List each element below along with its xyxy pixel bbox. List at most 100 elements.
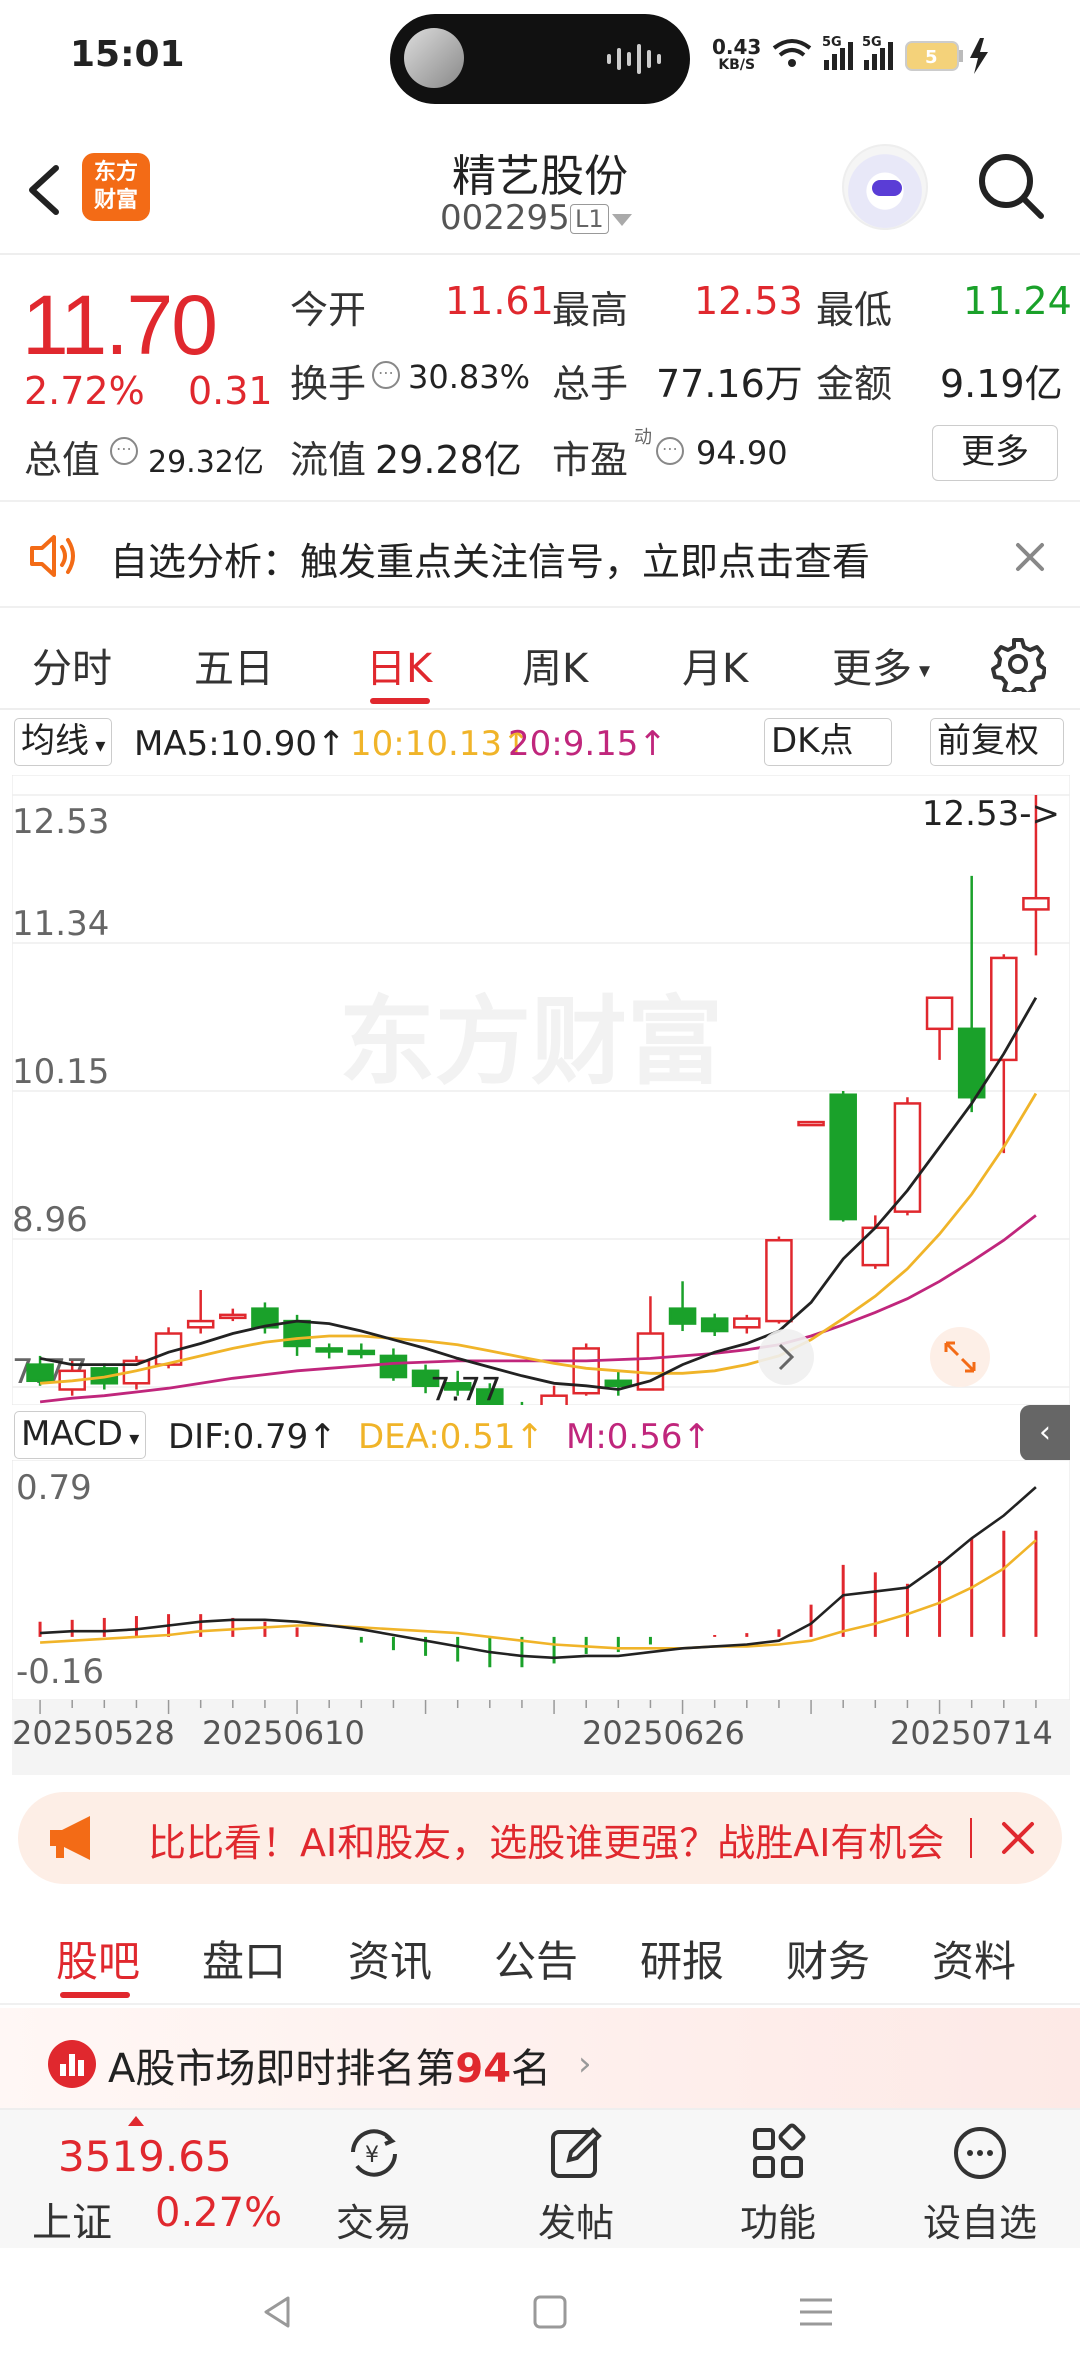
macd-chart[interactable]: 0.79 -0.16 bbox=[12, 1460, 1070, 1700]
tab-research[interactable]: 研报 bbox=[640, 1928, 724, 1989]
candle bbox=[797, 1120, 825, 1127]
y-tick-label: 8.96 bbox=[12, 1200, 88, 1240]
ai-promo-banner[interactable]: 比比看！AI和股友，选股谁更强？战胜AI有机会 bbox=[18, 1792, 1062, 1884]
back-icon[interactable] bbox=[20, 160, 70, 220]
macd-indicator-bar: MACD ▾ DIF:0.79↑ DEA:0.51↑ M:0.56↑ ‹ bbox=[0, 1405, 1080, 1465]
tab-daily-k[interactable]: 日K bbox=[366, 636, 432, 694]
collapse-panel-button[interactable]: ‹ bbox=[1020, 1405, 1070, 1461]
dif-value: DIF:0.79↑ bbox=[168, 1417, 337, 1457]
level-badge[interactable]: L1 bbox=[570, 204, 609, 234]
speaker-icon bbox=[30, 535, 75, 577]
more-button[interactable]: 更多 bbox=[932, 425, 1058, 481]
candle-body bbox=[315, 1347, 343, 1353]
change-value: 0.31 bbox=[188, 369, 273, 413]
date-axis: 20250528 20250610 20250626 20250714 bbox=[12, 1700, 1053, 1752]
ai-robot-icon[interactable] bbox=[842, 144, 928, 230]
nav-trade[interactable]: ¥ 交易 bbox=[304, 2122, 444, 2247]
notice-text[interactable]: 自选分析：触发重点关注信号，立即点击查看 bbox=[110, 531, 870, 586]
grid-icon bbox=[753, 2123, 806, 2178]
ranking-number: 94 bbox=[455, 2046, 512, 2092]
market-ranking-row[interactable]: A股市场即时排名第94名 › bbox=[0, 2008, 1080, 2108]
tab-orderbook[interactable]: 盘口 bbox=[202, 1928, 286, 1989]
ma-selector[interactable]: 均线 ▾ bbox=[14, 718, 113, 766]
quote-panel: 11.70 2.72% 0.31 今开 11.61 最高 12.53 最低 11… bbox=[0, 257, 1080, 502]
chart-scroll-right-icon[interactable] bbox=[758, 1329, 814, 1385]
candle bbox=[829, 1091, 857, 1222]
high-value: 12.53 bbox=[694, 279, 803, 323]
home-square-icon[interactable] bbox=[530, 2292, 570, 2332]
chevron-down-icon[interactable] bbox=[612, 214, 632, 226]
expand-button-bg bbox=[930, 1327, 990, 1387]
nav-trade-label: 交易 bbox=[335, 2201, 412, 2245]
macd-selector-label: MACD bbox=[21, 1414, 123, 1454]
high-label: 最高 bbox=[552, 288, 629, 332]
tab-weekly-k[interactable]: 周K bbox=[522, 636, 588, 694]
candle-body bbox=[797, 1120, 825, 1127]
info-icon[interactable]: ⋯ bbox=[656, 437, 684, 465]
ma10-value: 10:10.13↑ bbox=[350, 724, 531, 764]
nav-functions[interactable]: 功能 bbox=[708, 2122, 848, 2247]
megaphone-icon bbox=[50, 1816, 90, 1860]
tab-more[interactable]: 更多 ▾ bbox=[832, 636, 930, 694]
info-icon[interactable]: ⋯ bbox=[372, 361, 400, 389]
expand-chart-icon[interactable] bbox=[930, 1327, 990, 1387]
tab-guba[interactable]: 股吧 bbox=[56, 1928, 140, 1989]
float-cap-label: 流值 bbox=[290, 438, 367, 482]
tab-announcements[interactable]: 公告 bbox=[494, 1928, 578, 1989]
separator bbox=[970, 1818, 972, 1858]
open-label: 今开 bbox=[290, 288, 367, 332]
index-change[interactable]: 0.27% bbox=[155, 2190, 282, 2236]
candle-body bbox=[540, 1394, 568, 1405]
candle-body bbox=[925, 996, 954, 1031]
candle-body bbox=[733, 1317, 761, 1329]
market-cap-value: 29.32亿 bbox=[148, 445, 264, 480]
ma20-value: 20:9.15↑ bbox=[508, 724, 667, 764]
tab-profile[interactable]: 资料 bbox=[932, 1928, 1016, 1989]
search-icon[interactable] bbox=[975, 150, 1047, 222]
status-time: 15:01 bbox=[70, 34, 185, 75]
tab-intraday[interactable]: 分时 bbox=[32, 636, 112, 694]
adjust-button[interactable]: 前复权 bbox=[930, 718, 1064, 766]
close-icon[interactable] bbox=[998, 1818, 1038, 1858]
dk-point-button[interactable]: DK点 bbox=[764, 718, 892, 766]
ranking-prefix: A股市场即时排名第 bbox=[108, 2046, 456, 2092]
app-logo[interactable]: 东方财富 bbox=[82, 153, 150, 221]
gear-icon[interactable] bbox=[990, 636, 1046, 692]
candle-body bbox=[26, 1363, 54, 1383]
x-date-label: 20250610 bbox=[202, 1714, 365, 1752]
content-tabs: 股吧 盘口 资讯 公告 研报 财务 资料 bbox=[0, 1900, 1080, 2005]
index-name[interactable]: 上证 bbox=[32, 2190, 112, 2248]
audio-wave-icon bbox=[607, 44, 661, 74]
tab-more-label: 更多 bbox=[832, 646, 912, 692]
candle-body bbox=[829, 1093, 857, 1221]
nav-add-watchlist[interactable]: 设自选 bbox=[910, 2122, 1050, 2247]
tab-monthly-k[interactable]: 月K bbox=[682, 636, 748, 694]
candle bbox=[765, 1236, 793, 1324]
change-percent: 2.72% bbox=[24, 369, 145, 413]
index-value[interactable]: 3519.65 bbox=[58, 2132, 232, 2181]
candle-body bbox=[604, 1379, 633, 1388]
tab-five-day[interactable]: 五日 bbox=[194, 636, 274, 694]
ai-banner-text[interactable]: 比比看！AI和股友，选股谁更强？战胜AI有机会 bbox=[148, 1812, 968, 1867]
close-icon[interactable] bbox=[1010, 537, 1050, 577]
more-dots-icon bbox=[954, 2127, 1006, 2179]
tab-financials[interactable]: 财务 bbox=[786, 1928, 870, 1989]
candlestick-chart[interactable]: 东方财富12.5311.3410.158.967.7712.53->7.77 bbox=[12, 775, 1070, 1405]
candle bbox=[893, 1097, 922, 1216]
caret-down-icon: ▾ bbox=[912, 658, 931, 684]
tab-news[interactable]: 资讯 bbox=[348, 1928, 432, 1989]
back-triangle-icon[interactable] bbox=[258, 2292, 298, 2332]
menu-lines-icon[interactable] bbox=[796, 2292, 836, 2332]
stock-code[interactable]: 002295 bbox=[440, 198, 570, 238]
nav-post[interactable]: 发帖 bbox=[506, 2122, 646, 2247]
macd-selector[interactable]: MACD ▾ bbox=[14, 1411, 147, 1459]
system-nav-bar bbox=[0, 2248, 1080, 2376]
notice-bar[interactable]: 自选分析：触发重点关注信号，立即点击查看 bbox=[0, 503, 1080, 608]
charging-icon bbox=[970, 38, 988, 74]
dynamic-island[interactable] bbox=[390, 14, 690, 104]
low-label: 最低 bbox=[816, 288, 893, 332]
info-icon[interactable]: ⋯ bbox=[110, 437, 138, 465]
caret-down-icon: ▾ bbox=[89, 733, 106, 757]
active-tab-indicator bbox=[370, 698, 430, 704]
status-icons: 5G 5G 5 bbox=[772, 35, 988, 74]
